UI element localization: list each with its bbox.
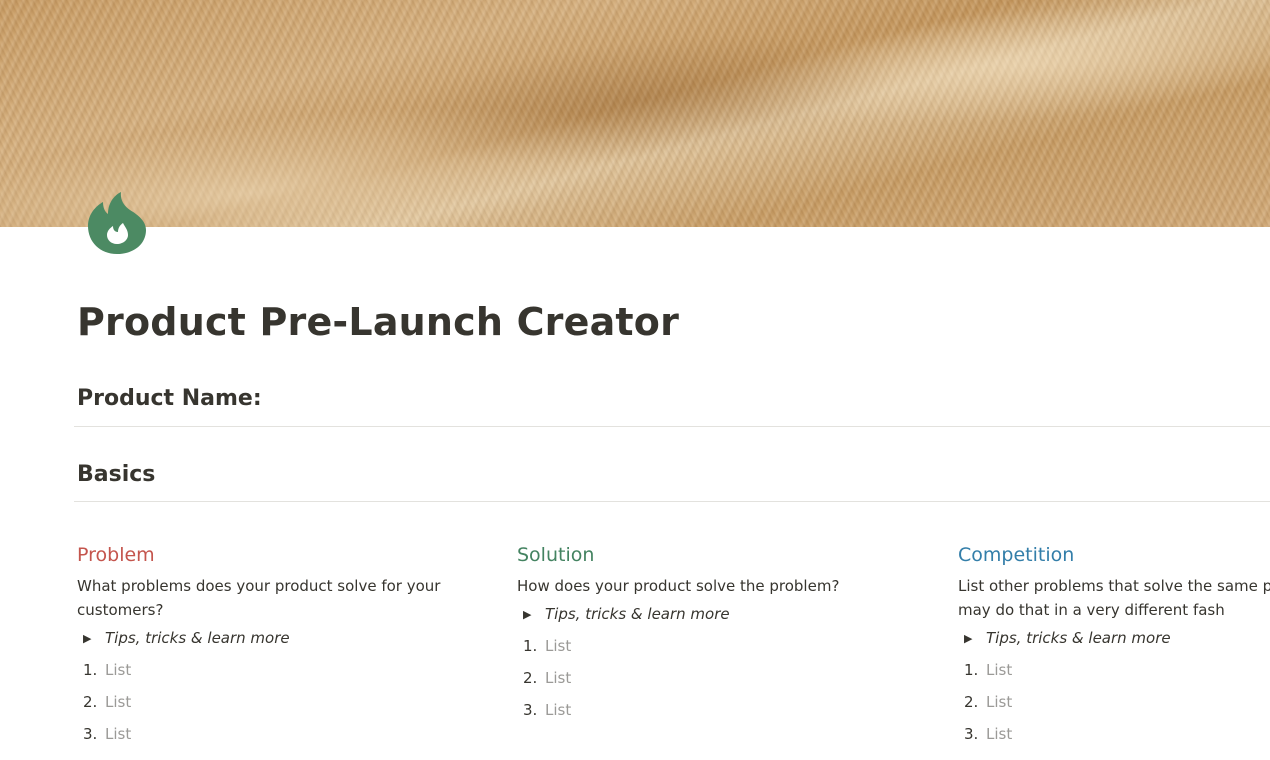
- competition-column: Competition List other problems that sol…: [958, 542, 1270, 750]
- list-number: 3.: [83, 725, 98, 743]
- list-placeholder: List: [545, 669, 572, 687]
- toggle-triangle-icon[interactable]: ▶: [77, 632, 105, 645]
- list-placeholder: List: [105, 661, 132, 679]
- list-number: 2.: [523, 669, 538, 687]
- toggle-label: Tips, tricks & learn more: [986, 629, 1171, 647]
- product-name-heading[interactable]: Product Name:: [77, 386, 262, 411]
- toggle-label: Tips, tricks & learn more: [105, 629, 290, 647]
- problem-heading[interactable]: Problem: [77, 542, 467, 568]
- solution-heading[interactable]: Solution: [517, 542, 907, 568]
- list-number: 1.: [964, 661, 979, 679]
- divider: [74, 426, 1270, 427]
- toggle-triangle-icon[interactable]: ▶: [517, 608, 545, 621]
- list-item[interactable]: 2. List: [958, 686, 1270, 718]
- list-placeholder: List: [105, 725, 132, 743]
- flame-icon[interactable]: [84, 188, 150, 256]
- list-number: 3.: [964, 725, 979, 743]
- flame-icon-graphic: [88, 192, 146, 254]
- competition-description[interactable]: List other problems that solve the same …: [958, 574, 1270, 622]
- solution-description[interactable]: How does your product solve the problem?: [517, 574, 907, 598]
- solution-tips-toggle[interactable]: ▶ Tips, tricks & learn more: [517, 598, 907, 630]
- problem-column: Problem What problems does your product …: [77, 542, 467, 750]
- list-number: 1.: [523, 637, 538, 655]
- list-item[interactable]: 3. List: [958, 718, 1270, 750]
- list-item[interactable]: 2. List: [517, 662, 907, 694]
- list-number: 2.: [964, 693, 979, 711]
- list-item[interactable]: 1. List: [77, 654, 467, 686]
- toggle-label: Tips, tricks & learn more: [545, 605, 730, 623]
- list-item[interactable]: 1. List: [958, 654, 1270, 686]
- competition-heading[interactable]: Competition: [958, 542, 1270, 568]
- problem-description[interactable]: What problems does your product solve fo…: [77, 574, 467, 622]
- page-cover-image[interactable]: [0, 0, 1270, 227]
- list-placeholder: List: [986, 693, 1013, 711]
- page-title[interactable]: Product Pre-Launch Creator: [77, 300, 679, 344]
- list-item[interactable]: 3. List: [77, 718, 467, 750]
- list-placeholder: List: [986, 661, 1013, 679]
- competition-tips-toggle[interactable]: ▶ Tips, tricks & learn more: [958, 622, 1270, 654]
- divider: [74, 501, 1270, 502]
- list-item[interactable]: 2. List: [77, 686, 467, 718]
- list-placeholder: List: [545, 637, 572, 655]
- list-number: 1.: [83, 661, 98, 679]
- list-number: 2.: [83, 693, 98, 711]
- list-placeholder: List: [986, 725, 1013, 743]
- basics-heading[interactable]: Basics: [77, 462, 155, 487]
- problem-tips-toggle[interactable]: ▶ Tips, tricks & learn more: [77, 622, 467, 654]
- list-placeholder: List: [105, 693, 132, 711]
- toggle-triangle-icon[interactable]: ▶: [958, 632, 986, 645]
- list-item[interactable]: 3. List: [517, 694, 907, 726]
- list-placeholder: List: [545, 701, 572, 719]
- list-item[interactable]: 1. List: [517, 630, 907, 662]
- list-number: 3.: [523, 701, 538, 719]
- solution-column: Solution How does your product solve the…: [517, 542, 907, 726]
